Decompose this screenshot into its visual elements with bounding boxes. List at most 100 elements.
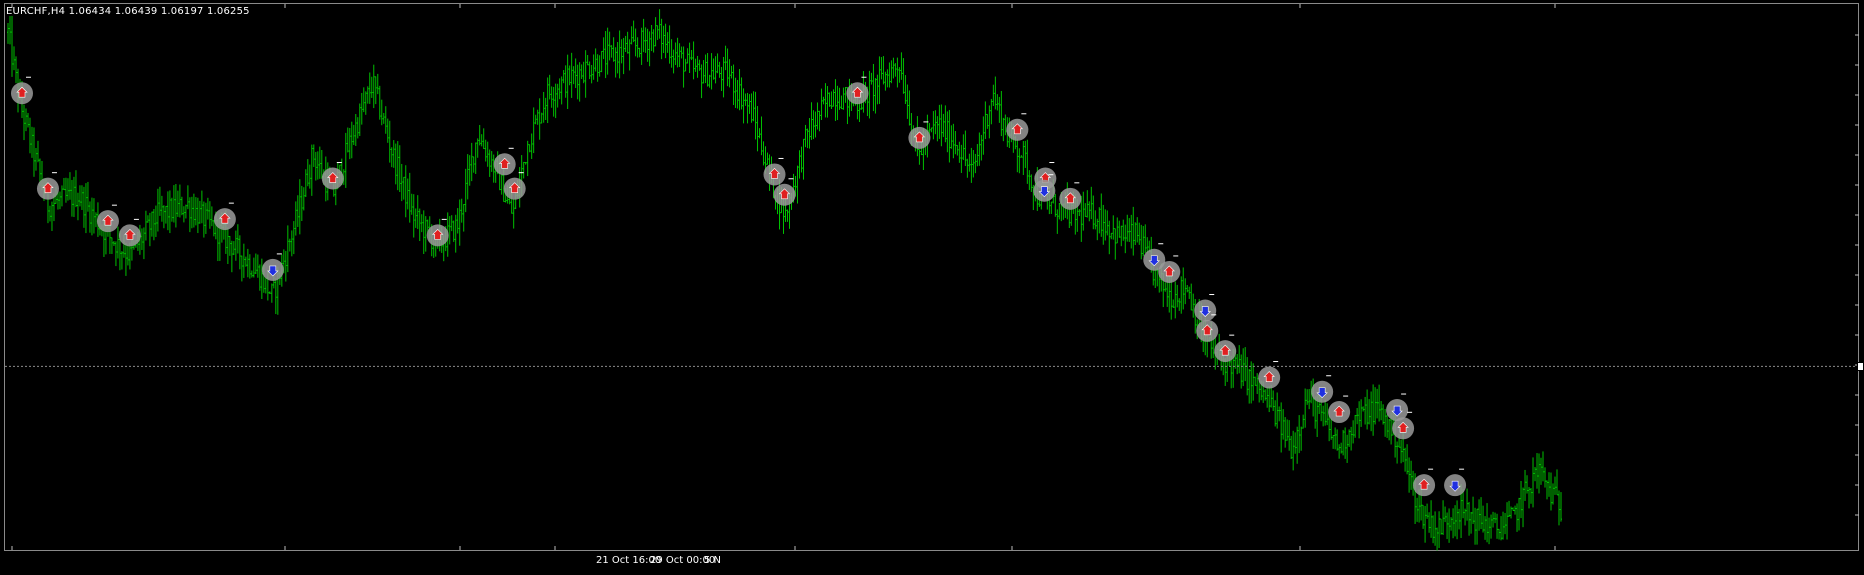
ohlc-bar (744, 93, 747, 106)
ohlc-bar (984, 101, 987, 140)
ohlc-bar (1192, 293, 1195, 318)
ohlc-bar (1416, 497, 1419, 522)
ohlc-bar (990, 98, 993, 125)
ohlc-bar (1438, 511, 1441, 548)
ohlc-bar (140, 228, 143, 250)
ohlc-bar (824, 83, 827, 118)
ohlc-bar (1174, 281, 1177, 319)
ohlc-bar (7, 22, 9, 44)
ohlc-bar (530, 133, 533, 159)
ohlc-bar (668, 25, 671, 64)
buy-signal-icon[interactable] (1413, 468, 1436, 497)
ohlc-bar (826, 86, 829, 118)
ohlc-bar (694, 58, 697, 72)
ohlc-bar (1498, 528, 1501, 540)
ohlc-bar (448, 216, 451, 245)
ohlc-bar (550, 86, 553, 108)
ohlc-bar (630, 26, 633, 45)
ohlc-bar (1358, 401, 1361, 439)
ohlc-bar (902, 58, 905, 94)
ohlc-bar (646, 28, 649, 62)
ohlc-bar (1154, 269, 1157, 289)
buy-signal-icon[interactable] (1328, 395, 1351, 424)
ohlc-bar (1458, 508, 1461, 530)
ohlc-bar (178, 184, 181, 218)
ohlc-bar (1408, 457, 1411, 493)
ohlc-bar (358, 103, 361, 137)
ohlc-bar (842, 87, 845, 110)
buy-signal-icon[interactable] (96, 204, 119, 233)
ohlc-bar (384, 106, 387, 134)
ohlc-bar (730, 65, 733, 79)
ohlc-bar (1410, 460, 1413, 490)
buy-signal-icon[interactable] (763, 157, 786, 186)
ohlc-bar (654, 17, 657, 47)
buy-signal-icon[interactable] (213, 202, 236, 231)
ohlc-bar (200, 190, 203, 224)
buy-signal-icon[interactable] (1258, 361, 1281, 389)
ohlc-bar (238, 235, 241, 270)
ohlc-bar (402, 176, 405, 200)
ohlc-bar (380, 99, 383, 126)
ohlc-bar (1238, 345, 1241, 374)
ohlc-bar (1352, 420, 1355, 444)
ohlc-bar (590, 64, 593, 84)
ohlc-bar (1456, 500, 1459, 540)
sell-signal-icon[interactable] (1386, 393, 1409, 422)
ohlc-bar (1342, 429, 1345, 456)
ohlc-bar (392, 140, 395, 168)
buy-signal-icon[interactable] (493, 147, 516, 176)
ohlc-bar (1492, 511, 1495, 528)
ohlc-bar (690, 49, 693, 61)
ohlc-bar (876, 74, 879, 105)
ohlc-bar (288, 238, 291, 252)
ohlc-bar (1464, 508, 1467, 526)
ohlc-bar (1054, 193, 1057, 217)
ohlc-bar (1242, 348, 1245, 387)
ohlc-bar (190, 196, 193, 229)
sell-signal-icon[interactable] (1194, 294, 1217, 322)
buy-signal-icon[interactable] (1214, 334, 1237, 363)
ohlc-bar (284, 250, 287, 282)
ohlc-bar (1500, 516, 1503, 541)
ohlc-bar (1212, 338, 1215, 359)
sell-signal-icon[interactable] (1311, 375, 1334, 403)
ohlc-bar (1534, 466, 1537, 482)
ohlc-bar (1332, 435, 1335, 449)
sell-signal-icon[interactable] (261, 253, 284, 281)
ohlc-bar (180, 196, 183, 216)
ohlc-bar (796, 165, 799, 204)
ohlc-bar (1336, 429, 1339, 451)
ohlc-bar (1178, 298, 1181, 311)
ohlc-bar (202, 201, 205, 238)
ohlc-bar (1102, 204, 1105, 245)
ohlc-bar (938, 104, 941, 139)
buy-signal-icon[interactable] (1059, 182, 1082, 210)
price-chart[interactable] (0, 0, 1864, 575)
buy-signal-icon[interactable] (118, 218, 141, 247)
ohlc-bar (584, 50, 587, 98)
ohlc-bar (868, 70, 871, 119)
ohlc-bar (166, 191, 169, 231)
ohlc-bar (942, 113, 945, 138)
ohlc-bar (424, 216, 427, 252)
ohlc-bar (1440, 518, 1443, 535)
buy-signal-icon[interactable] (321, 162, 344, 190)
sell-signal-icon[interactable] (1444, 468, 1467, 497)
ohlc-bar (1298, 415, 1301, 454)
chart-window[interactable]: EURCHF,H4 1.06434 1.06439 1.06197 1.0625… (0, 0, 1864, 575)
ohlc-bar (644, 27, 647, 53)
ohlc-bar (170, 197, 173, 222)
buy-signal-icon[interactable] (503, 172, 526, 200)
ohlc-bar (712, 58, 715, 80)
ohlc-bar (30, 126, 33, 158)
ohlc-bar (1140, 224, 1143, 260)
ohlc-bar (956, 144, 959, 156)
ohlc-bar (578, 62, 581, 102)
ohlc-bar (1250, 361, 1253, 404)
ohlc-bar (1482, 505, 1485, 533)
ohlc-bar (1480, 497, 1483, 530)
ohlc-bar (1548, 472, 1551, 497)
ohlc-bar (1350, 426, 1353, 451)
ohlc-bar (1180, 276, 1183, 314)
